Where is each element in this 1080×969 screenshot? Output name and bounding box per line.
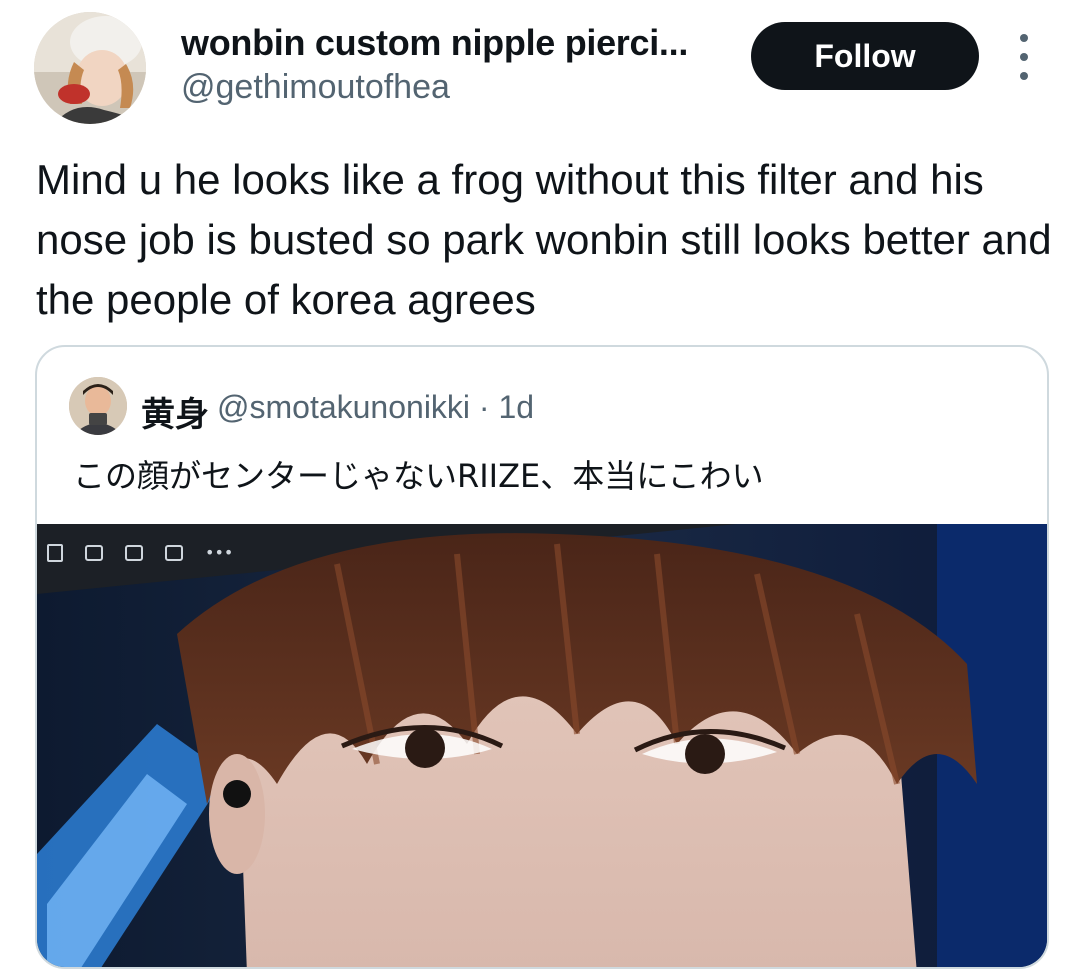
share-icon[interactable] bbox=[125, 545, 143, 561]
quoted-tweet-card[interactable]: 黄身 @smotakunonikki · 1d この顔がセンターじゃないRIIZ… bbox=[35, 345, 1049, 969]
follow-button[interactable]: Follow bbox=[751, 22, 979, 90]
tweet-text: Mind u he looks like a frog without this… bbox=[36, 156, 1052, 323]
quoted-author-avatar[interactable] bbox=[69, 377, 127, 435]
author-avatar[interactable] bbox=[34, 12, 146, 124]
quoted-media-image[interactable]: ••• bbox=[37, 524, 1047, 967]
trash-icon[interactable] bbox=[47, 544, 63, 562]
author-display-name[interactable]: wonbin custom nipple pierci... bbox=[181, 22, 688, 64]
quoted-author-name[interactable]: 黄身 bbox=[141, 387, 209, 436]
print-icon[interactable] bbox=[85, 545, 103, 561]
more-vertical-icon[interactable] bbox=[1008, 34, 1040, 80]
quoted-avatar-photo bbox=[69, 377, 127, 435]
quoted-author-handle-time[interactable]: @smotakunonikki · 1d bbox=[217, 389, 534, 426]
more-horizontal-icon[interactable]: ••• bbox=[205, 545, 233, 561]
play-icon[interactable] bbox=[165, 545, 183, 561]
author-handle[interactable]: @gethimoutofhea bbox=[181, 68, 450, 107]
quoted-tweet-text: この顔がセンターじゃないRIIZE、本当にこわい bbox=[73, 457, 764, 495]
avatar-photo bbox=[34, 12, 146, 124]
